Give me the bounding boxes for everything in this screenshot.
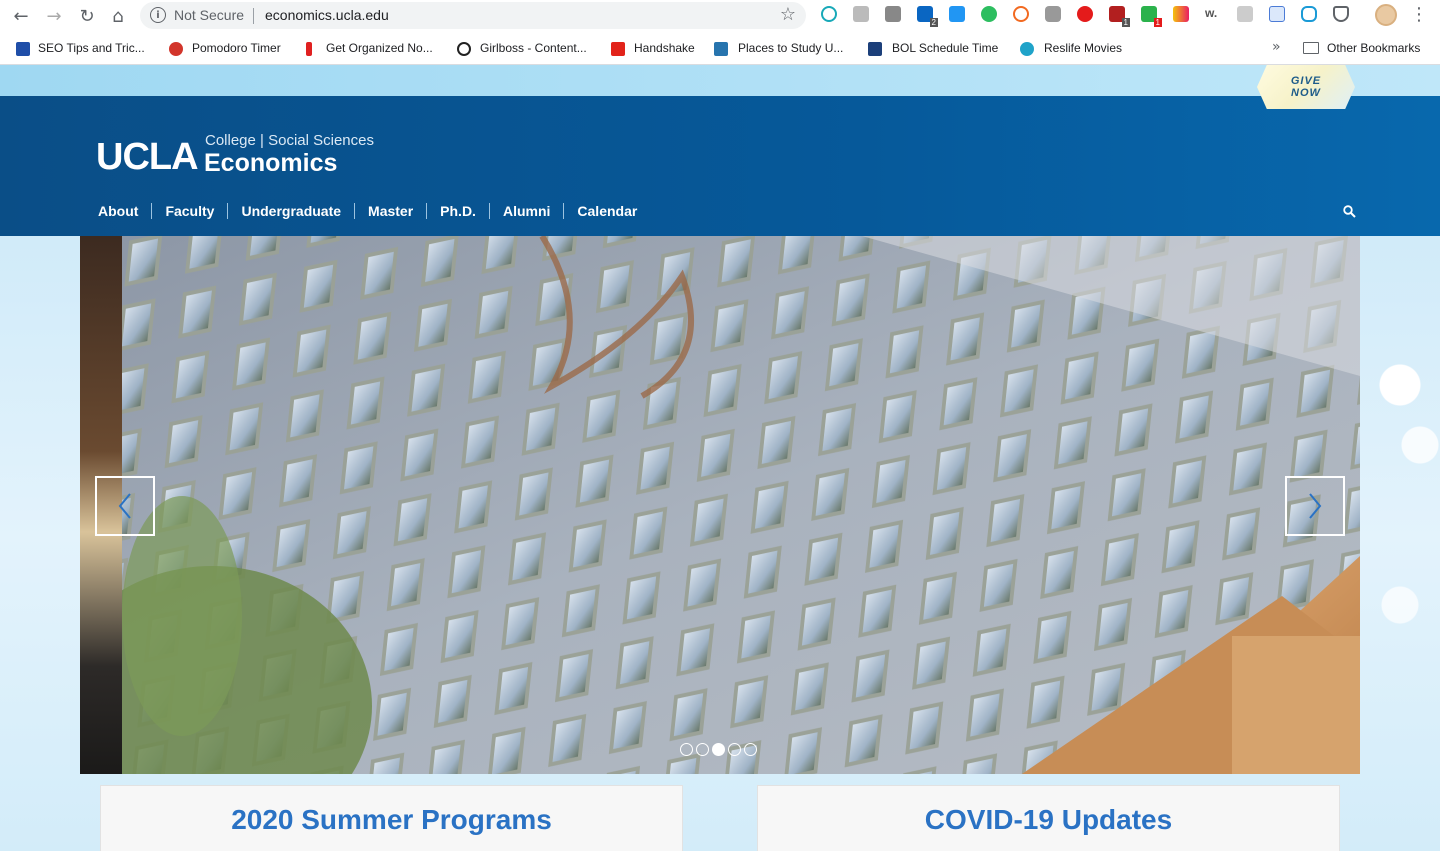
carousel-dot[interactable] — [696, 743, 709, 756]
evernote-icon[interactable] — [981, 6, 997, 22]
covid-updates-card[interactable]: COVID-19 Updates — [757, 785, 1340, 851]
extension-icon[interactable] — [1301, 6, 1317, 22]
badge: 1 — [1121, 18, 1130, 27]
main-nav: About Faculty Undergraduate Master Ph.D.… — [98, 203, 650, 219]
bookmark-item[interactable]: SEO Tips and Tric... — [38, 41, 145, 55]
divider — [253, 8, 254, 24]
nav-alumni[interactable]: Alumni — [488, 203, 563, 219]
bookmark-item[interactable]: Girlboss - Content... — [480, 41, 587, 55]
extension-icon[interactable] — [1173, 6, 1189, 22]
extension-icon[interactable] — [949, 6, 965, 22]
home-icon[interactable]: ⌂ — [106, 4, 130, 28]
page-viewport: GIVE NOW UCLA College | Social Sciences … — [0, 65, 1440, 851]
more-bookmarks-icon[interactable]: » — [1272, 39, 1281, 55]
extension-icon[interactable] — [1237, 6, 1253, 22]
docs-icon[interactable] — [1269, 6, 1285, 22]
give-label: GIVE — [1290, 75, 1322, 87]
handshake-icon — [611, 42, 625, 56]
opera-icon[interactable] — [1077, 6, 1093, 22]
forward-icon[interactable]: → — [42, 4, 66, 28]
profile-avatar[interactable] — [1375, 4, 1397, 26]
extension-icon[interactable] — [853, 6, 869, 22]
girlboss-icon — [457, 42, 471, 56]
film-reel-icon — [1020, 42, 1034, 56]
check-icon[interactable]: 1 — [1141, 6, 1162, 27]
bookmark-item[interactable]: Pomodoro Timer — [192, 41, 281, 55]
nav-about[interactable]: About — [98, 203, 151, 219]
building-facade-image — [122, 236, 1360, 774]
pocket-icon[interactable] — [1333, 6, 1349, 22]
badge: 2 — [929, 18, 938, 27]
camera-icon[interactable] — [885, 6, 901, 22]
give-now-button[interactable]: GIVE NOW — [1257, 65, 1355, 109]
bookmark-item[interactable]: Get Organized No... — [326, 41, 433, 55]
site-header: UCLA College | Social Sciences Economics… — [0, 96, 1440, 236]
bookmark-item[interactable]: Places to Study U... — [738, 41, 843, 55]
carousel-dot[interactable] — [744, 743, 757, 756]
browser-toolbar: ← → ↻ ⌂ i Not Secure economics.ucla.edu … — [0, 0, 1440, 32]
ucla-icon — [714, 42, 728, 56]
carousel-dot[interactable] — [680, 743, 693, 756]
nav-master[interactable]: Master — [354, 203, 426, 219]
logo-department[interactable]: Economics — [204, 149, 337, 178]
chevron-left-icon — [118, 493, 131, 519]
badge: 1 — [1153, 18, 1162, 27]
card-title[interactable]: COVID-19 Updates — [758, 804, 1339, 836]
menu-icon[interactable]: ⋮ — [1410, 4, 1428, 25]
chevron-right-icon — [1309, 493, 1322, 519]
nav-faculty[interactable]: Faculty — [151, 203, 227, 219]
extension-icon[interactable]: w. — [1205, 6, 1221, 22]
card-title[interactable]: 2020 Summer Programs — [101, 804, 682, 836]
bookmark-item[interactable]: Handshake — [634, 41, 695, 55]
ucla-logo[interactable]: UCLA — [96, 136, 199, 179]
extension-icon[interactable] — [1013, 6, 1029, 22]
reload-icon[interactable]: ↻ — [75, 4, 99, 28]
bol-icon — [868, 42, 882, 56]
tomato-icon — [169, 42, 183, 56]
carousel-next-button[interactable] — [1285, 476, 1345, 536]
extension-icon[interactable]: 1 — [1109, 6, 1130, 27]
nav-calendar[interactable]: Calendar — [563, 203, 650, 219]
hero-carousel — [80, 236, 1360, 774]
nav-phd[interactable]: Ph.D. — [426, 203, 489, 219]
other-bookmarks[interactable]: Other Bookmarks — [1327, 41, 1420, 55]
search-icon[interactable] — [1343, 205, 1356, 218]
bookmark-star-icon[interactable]: ☆ — [780, 4, 796, 25]
extension-icon[interactable] — [821, 6, 837, 22]
carousel-indicators — [680, 743, 757, 756]
carousel-dot[interactable] — [728, 743, 741, 756]
summer-programs-card[interactable]: 2020 Summer Programs — [100, 785, 683, 851]
address-bar[interactable]: i Not Secure economics.ucla.edu ☆ — [140, 2, 806, 29]
ahrefs-icon — [16, 42, 30, 56]
folder-icon — [1303, 42, 1319, 54]
bookmark-item[interactable]: BOL Schedule Time — [892, 41, 998, 55]
logo-college-line: College | Social Sciences — [205, 132, 374, 149]
bookmarks-bar: SEO Tips and Tric... Pomodoro Timer Get … — [0, 32, 1440, 65]
nav-undergraduate[interactable]: Undergraduate — [227, 203, 354, 219]
url-text[interactable]: economics.ucla.edu — [265, 7, 389, 23]
top-strip — [0, 65, 1440, 96]
back-icon[interactable]: ← — [9, 4, 33, 28]
carousel-prev-button[interactable] — [95, 476, 155, 536]
stripes-icon — [306, 42, 312, 56]
give-label: NOW — [1291, 87, 1321, 99]
linkedin-icon[interactable]: 2 — [917, 6, 938, 27]
info-icon[interactable]: i — [150, 7, 166, 23]
security-label: Not Secure — [174, 7, 245, 23]
bookmark-item[interactable]: Reslife Movies — [1044, 41, 1122, 55]
play-icon[interactable] — [1045, 6, 1061, 22]
carousel-dot[interactable] — [712, 743, 725, 756]
